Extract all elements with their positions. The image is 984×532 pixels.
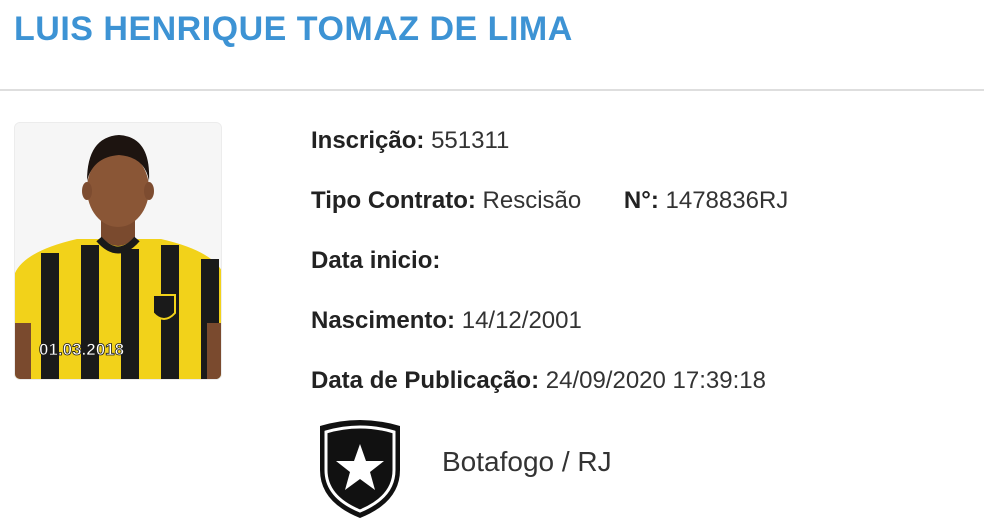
data-inicio-row: Data inicio:: [311, 246, 440, 276]
numero-label: N°:: [623, 187, 659, 214]
tipo-contrato-label: Tipo Contrato:: [311, 187, 476, 214]
inscricao-value: 551311: [431, 127, 510, 154]
tipo-contrato-row: Tipo Contrato: Rescisão N°: 1478836RJ: [311, 186, 788, 216]
club-name: Botafogo / RJ: [442, 446, 612, 477]
botafogo-star-shield-icon: [320, 420, 400, 518]
data-publicacao-row: Data de Publicação: 24/09/2020 17:39:18: [311, 366, 766, 396]
data-inicio-label: Data inicio:: [311, 247, 441, 274]
photo-date-caption: 01.03.2018: [39, 340, 124, 359]
tipo-contrato-value: Rescisão: [482, 187, 582, 214]
data-publicacao-value: 24/09/2020 17:39:18: [545, 367, 766, 394]
player-photo-image: 01.03.2018: [15, 123, 221, 379]
nascimento-row: Nascimento: 14/12/2001: [311, 306, 582, 336]
data-publicacao-label: Data de Publicação:: [311, 367, 540, 394]
header-divider: [0, 89, 984, 91]
player-name-heading: LUIS HENRIQUE TOMAZ DE LIMA: [14, 10, 573, 48]
nascimento-value: 14/12/2001: [461, 307, 582, 334]
inscricao-row: Inscrição: 551311: [311, 126, 509, 156]
nascimento-label: Nascimento:: [311, 307, 456, 334]
numero-value: 1478836RJ: [665, 187, 789, 214]
player-photo: 01.03.2018: [14, 122, 222, 380]
player-profile-page: LUIS HENRIQUE TOMAZ DE LIMA 01.03.2018 I…: [0, 0, 984, 532]
inscricao-label: Inscrição:: [311, 127, 425, 154]
